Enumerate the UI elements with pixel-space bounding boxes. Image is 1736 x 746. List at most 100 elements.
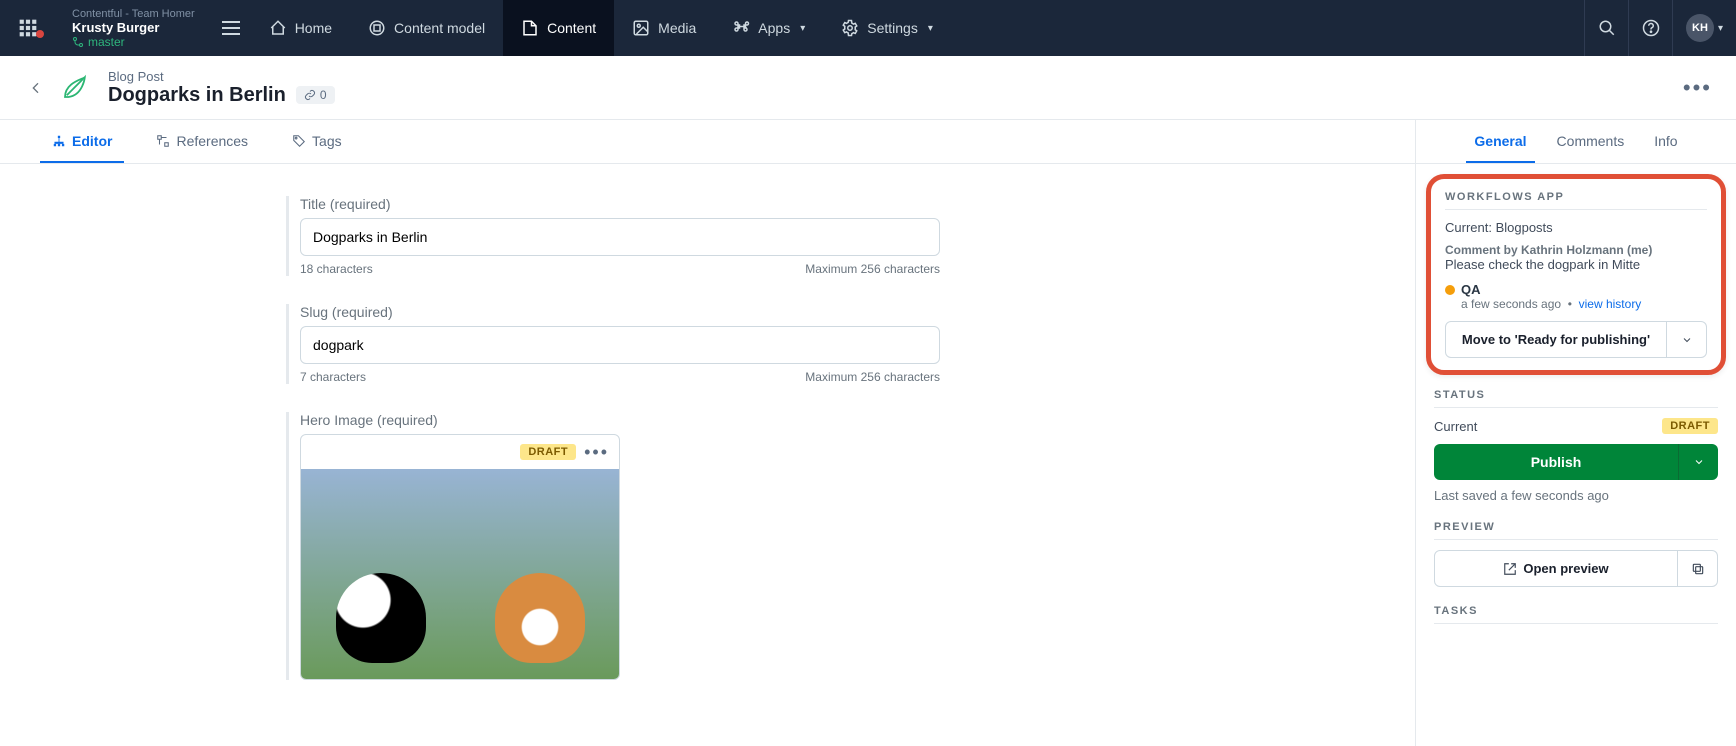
- chevron-down-icon: ▾: [1718, 23, 1723, 34]
- back-button[interactable]: [16, 80, 56, 96]
- incoming-links-pill[interactable]: 0: [296, 86, 335, 104]
- copy-icon: [1691, 562, 1705, 576]
- sidebar-tab-info[interactable]: Info: [1646, 120, 1685, 163]
- topbar-right: KH ▾: [1584, 0, 1736, 56]
- chevron-down-icon: [1681, 334, 1693, 346]
- editor-pane: Editor References Tags Title (required) …: [0, 120, 1416, 746]
- sidebar: General Comments Info WORKFLOWS APP Curr…: [1416, 120, 1736, 746]
- workflow-meta: a few seconds ago • view history: [1461, 297, 1707, 311]
- model-icon: [368, 19, 386, 37]
- entry-title-block: Blog Post Dogparks in Berlin 0: [56, 69, 335, 107]
- chevron-left-icon: [28, 80, 44, 96]
- app-switcher[interactable]: [0, 18, 56, 38]
- field-hero-image: Hero Image (required) DRAFT •••: [300, 412, 1355, 680]
- entry-header: Blog Post Dogparks in Berlin 0 •••: [0, 56, 1736, 120]
- branch-icon: [72, 36, 84, 48]
- space-selector[interactable]: Contentful - Team Homer Krusty Burger ma…: [56, 8, 211, 49]
- space-menu-toggle[interactable]: [211, 21, 251, 35]
- section-heading: WORKFLOWS APP: [1445, 191, 1707, 203]
- dog-illustration: [495, 573, 585, 663]
- workflow-comment-author: Comment by Kathrin Holzmann (me): [1445, 243, 1707, 257]
- chevron-down-icon: ▾: [800, 23, 805, 34]
- nav-content[interactable]: Content: [503, 0, 614, 56]
- entry-tabs: Editor References Tags: [0, 120, 1415, 164]
- tab-tags[interactable]: Tags: [280, 120, 354, 163]
- char-count: 7 characters: [300, 370, 366, 384]
- nav-media[interactable]: Media: [614, 0, 714, 56]
- publish-dropdown[interactable]: [1678, 444, 1718, 480]
- tag-icon: [292, 134, 306, 148]
- sidebar-tabs: General Comments Info: [1416, 120, 1736, 164]
- copy-preview-button[interactable]: [1678, 550, 1718, 587]
- status-badge: DRAFT: [520, 444, 576, 460]
- dog-illustration: [336, 573, 426, 663]
- char-max: Maximum 256 characters: [805, 370, 940, 384]
- org-name: Contentful - Team Homer: [72, 8, 195, 20]
- search-button[interactable]: [1584, 0, 1628, 56]
- move-state-button[interactable]: Move to 'Ready for publishing': [1445, 321, 1667, 358]
- workflow-state: QA: [1445, 282, 1707, 297]
- char-max: Maximum 256 characters: [805, 262, 940, 276]
- help-button[interactable]: [1628, 0, 1672, 56]
- editor-body: Title (required) 18 characters Maximum 2…: [0, 164, 1415, 746]
- asset-more-button[interactable]: •••: [584, 442, 609, 463]
- publish-row: Publish: [1434, 444, 1718, 480]
- media-icon: [632, 19, 650, 37]
- workflow-move-row: Move to 'Ready for publishing': [1445, 321, 1707, 358]
- space-name: Krusty Burger: [72, 20, 195, 35]
- sidebar-tab-comments[interactable]: Comments: [1549, 120, 1633, 163]
- main-area: Editor References Tags Title (required) …: [0, 120, 1736, 746]
- state-dot-icon: [1445, 285, 1455, 295]
- hamburger-icon: [222, 21, 240, 35]
- avatar: KH: [1686, 14, 1714, 42]
- entry-title: Dogparks in Berlin 0: [108, 84, 335, 107]
- open-preview-button[interactable]: Open preview: [1434, 550, 1678, 587]
- nav-content-model[interactable]: Content model: [350, 0, 503, 56]
- nav-settings[interactable]: Settings▾: [823, 0, 951, 56]
- content-icon: [521, 19, 539, 37]
- field-label: Slug (required): [300, 304, 1355, 320]
- nav-home[interactable]: Home: [251, 0, 350, 56]
- workflows-app-widget: WORKFLOWS APP Current: Blogposts Comment…: [1426, 174, 1726, 375]
- grid-icon: [18, 18, 38, 38]
- entry-more-button[interactable]: •••: [1675, 75, 1720, 101]
- field-label: Hero Image (required): [300, 412, 1355, 428]
- home-icon: [269, 19, 287, 37]
- link-icon: [304, 89, 316, 101]
- slug-input[interactable]: [300, 326, 940, 364]
- hero-image-preview: [301, 469, 619, 679]
- help-icon: [1642, 19, 1660, 37]
- tab-editor[interactable]: Editor: [40, 120, 124, 163]
- title-input[interactable]: [300, 218, 940, 256]
- topbar-left: Contentful - Team Homer Krusty Burger ma…: [0, 0, 251, 56]
- workflow-comment-text: Please check the dogpark in Mitte: [1445, 257, 1707, 272]
- field-label: Title (required): [300, 196, 1355, 212]
- top-bar: Contentful - Team Homer Krusty Burger ma…: [0, 0, 1736, 56]
- chevron-down-icon: [1693, 456, 1705, 468]
- sidebar-tab-general[interactable]: General: [1466, 120, 1534, 163]
- status-current-label: Current: [1434, 419, 1477, 434]
- sitemap-icon: [52, 134, 66, 148]
- char-count: 18 characters: [300, 262, 373, 276]
- last-saved: Last saved a few seconds ago: [1434, 488, 1718, 503]
- apps-icon: [732, 19, 750, 37]
- status-section: STATUS Current DRAFT Publish Last saved …: [1416, 385, 1736, 517]
- hero-asset-card[interactable]: DRAFT •••: [300, 434, 620, 680]
- move-state-dropdown[interactable]: [1667, 321, 1707, 358]
- gear-icon: [841, 19, 859, 37]
- tab-references[interactable]: References: [144, 120, 260, 163]
- chevron-down-icon: ▾: [928, 23, 933, 34]
- notification-dot-icon: [36, 30, 44, 38]
- section-heading: TASKS: [1434, 605, 1718, 617]
- nav-apps[interactable]: Apps▾: [714, 0, 823, 56]
- section-heading: PREVIEW: [1434, 521, 1718, 533]
- section-heading: STATUS: [1434, 389, 1718, 401]
- view-history-link[interactable]: view history: [1579, 297, 1642, 311]
- search-icon: [1598, 19, 1616, 37]
- field-title: Title (required) 18 characters Maximum 2…: [300, 196, 1355, 276]
- main-nav: Home Content model Content Media Apps▾ S…: [251, 0, 951, 56]
- field-slug: Slug (required) 7 characters Maximum 256…: [300, 304, 1355, 384]
- user-menu[interactable]: KH ▾: [1672, 0, 1736, 56]
- publish-button[interactable]: Publish: [1434, 444, 1678, 480]
- workflow-current: Current: Blogposts: [1445, 220, 1707, 235]
